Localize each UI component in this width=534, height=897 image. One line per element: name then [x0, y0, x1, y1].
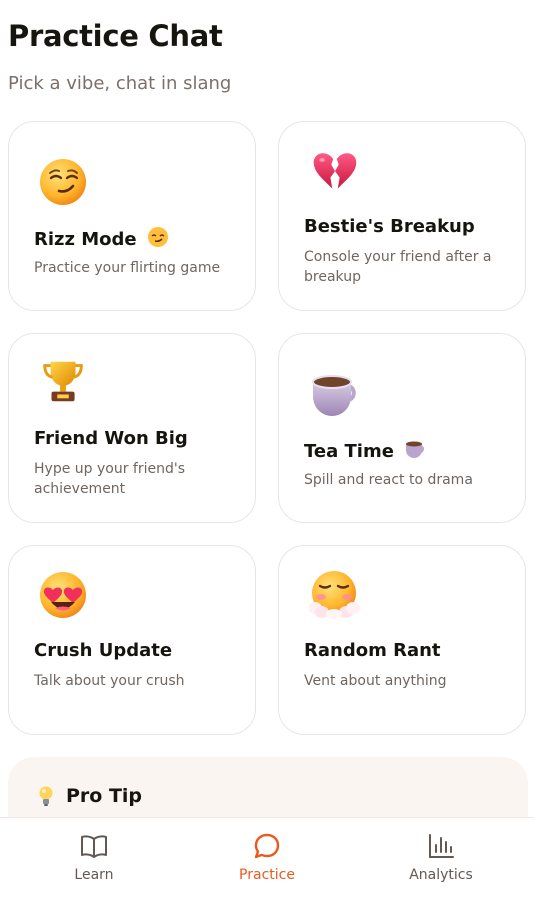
card-title: Rizz Mode	[34, 226, 169, 250]
card-description: Vent about anything	[304, 673, 447, 689]
nav-label-practice: Practice	[239, 867, 295, 883]
card-description: Hype up your friend's achievement	[34, 461, 185, 497]
scenario-card-tea-time[interactable]: Tea Time Spill and react to drama	[278, 333, 526, 523]
card-title: Tea Time	[304, 438, 426, 462]
scenario-card-rizz-mode[interactable]: Rizz Mode Practice your flirting game	[8, 121, 256, 311]
bar-chart-icon	[429, 834, 454, 858]
scenario-card-crush-update[interactable]: Crush Update Talk about your crush	[8, 545, 256, 735]
card-title: Friend Won Big	[34, 428, 188, 449]
tea-cup-icon	[312, 375, 356, 416]
broken-heart-icon	[313, 153, 357, 189]
light-bulb-icon	[39, 786, 53, 806]
page-subtitle: Pick a vibe, chat in slang	[8, 73, 232, 94]
chat-bubble-icon	[254, 833, 280, 859]
pro-tip-title: Pro Tip	[66, 785, 143, 807]
bottom-navigation: Learn Practice Analytics	[0, 817, 534, 897]
card-title: Bestie's Breakup	[304, 216, 475, 237]
card-title: Crush Update	[34, 640, 173, 661]
scenario-card-random-rant[interactable]: Random Rant Vent about anything	[278, 545, 526, 735]
tea-cup-emoji	[406, 441, 425, 458]
card-description: Spill and react to drama	[304, 472, 473, 488]
scenario-card-friend-won-big[interactable]: Friend Won Big Hype up your friend's ach…	[8, 333, 256, 523]
page-title: Practice Chat	[8, 19, 223, 53]
card-description: Practice your flirting game	[34, 260, 221, 276]
exasperated-face-icon	[309, 571, 360, 619]
card-title: Random Rant	[304, 640, 441, 661]
nav-label-learn: Learn	[74, 867, 114, 883]
smirk-emoji	[147, 227, 168, 247]
nav-item-learn[interactable]: Learn	[34, 818, 154, 897]
card-description: Console your friend after a breakup	[304, 249, 492, 285]
nav-label-analytics: Analytics	[409, 867, 473, 883]
nav-item-analytics[interactable]: Analytics	[381, 818, 501, 897]
nav-item-practice[interactable]: Practice	[207, 818, 327, 897]
trophy-icon	[43, 361, 83, 402]
book-icon	[81, 835, 107, 858]
smirking-face-icon	[40, 159, 86, 205]
page-header: Practice Chat Pick a vibe, chat in slang	[8, 16, 231, 96]
heart-eyes-face-icon	[40, 572, 86, 618]
scenario-card-besties-breakup[interactable]: Bestie's Breakup Console your friend aft…	[278, 121, 526, 311]
card-description: Talk about your crush	[34, 673, 185, 689]
